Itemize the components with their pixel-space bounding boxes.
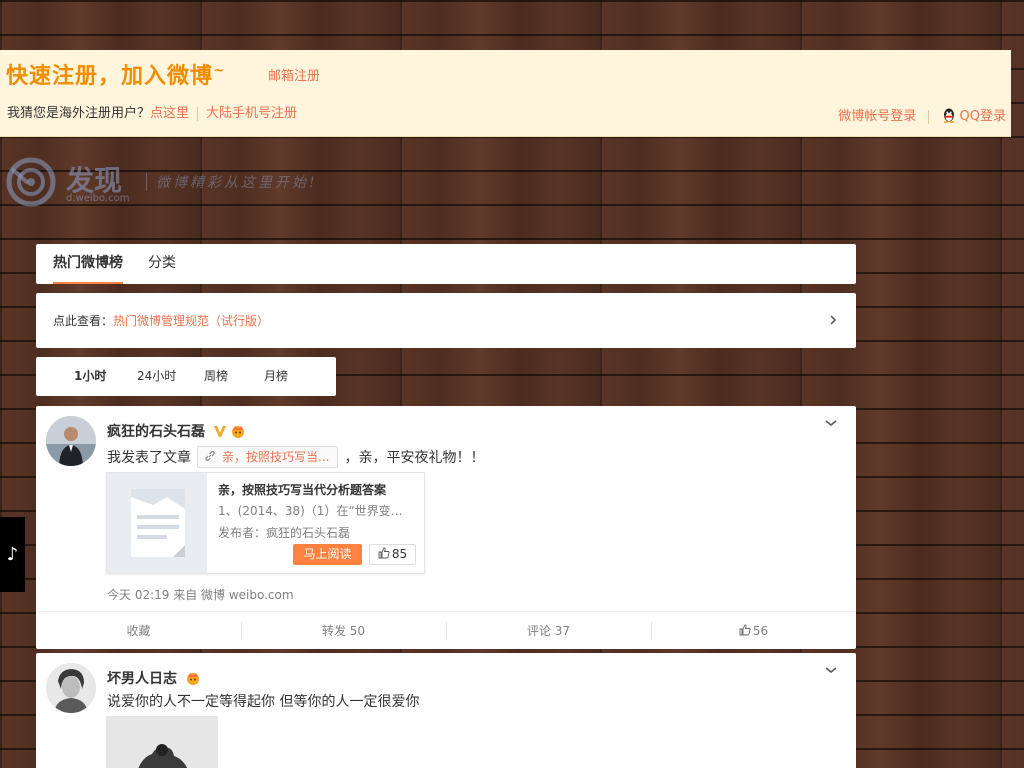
favorite-button[interactable]: 收藏	[36, 612, 241, 650]
register-title: 快速注册，加入微博~	[6, 58, 226, 90]
overseas-prefix: 我猜您是海外注册用户？	[7, 106, 151, 121]
time-range-tabs: 1小时 24小时 周榜 月榜	[36, 357, 336, 396]
member-crown-icon	[186, 673, 199, 685]
qq-penguin-icon	[943, 108, 954, 123]
discover-header: 发现 d.weibo.com 微博精彩从这里开始!	[6, 155, 406, 211]
divider	[146, 173, 147, 191]
weibo-login-link[interactable]: 微博帐号登录	[838, 109, 916, 124]
post-meta: 今天 02:19 来自 微博 weibo.com	[107, 588, 294, 602]
tab-monthly[interactable]: 月榜	[264, 357, 288, 396]
mobile-register-link[interactable]: 大陆手机号注册	[206, 106, 297, 121]
comment-button[interactable]: 评论 37	[446, 612, 651, 650]
chevron-down-icon[interactable]	[824, 418, 838, 428]
overseas-register-link[interactable]: 点这里	[150, 106, 189, 121]
tab-category[interactable]: 分类	[148, 244, 176, 284]
article-thumbnail	[107, 473, 207, 573]
login-links: 微博帐号登录 QQ登录	[838, 105, 1006, 124]
divider	[928, 109, 930, 124]
thumbs-up-icon	[378, 547, 390, 559]
divider	[197, 106, 199, 121]
music-player-button[interactable]: ♪	[0, 517, 25, 592]
avatar-image	[46, 416, 96, 466]
article-author: 发布者：疯狂的石头石磊	[218, 526, 351, 540]
thumbs-up-icon	[739, 624, 751, 636]
register-title-text: 快速注册，加入微博	[6, 63, 214, 89]
verified-v-icon	[213, 426, 226, 437]
chevron-down-icon[interactable]	[824, 665, 838, 675]
article-excerpt: 1、(2014、38)（1）在“世界变平”的	[218, 504, 413, 518]
post-action-bar: 收藏 转发 50 评论 37 56	[36, 611, 856, 650]
qq-login-link[interactable]: QQ登录	[960, 109, 1006, 124]
article-like-count: 85	[391, 547, 408, 561]
link-chip-text: 亲，按照技巧写当...	[222, 450, 330, 464]
user-name[interactable]: 疯狂的石头石磊	[107, 421, 246, 441]
like-count: 56	[752, 624, 769, 638]
feed-card: 坏男人日志 说爱你的人不一定等得起你 但等你的人一定很爱你	[36, 653, 856, 768]
user-name-text: 疯狂的石头石磊	[107, 424, 205, 440]
music-note-icon: ♪	[6, 544, 19, 565]
tab-weekly[interactable]: 周榜	[204, 357, 228, 396]
read-now-button[interactable]: 马上阅读	[293, 544, 362, 565]
notice-link[interactable]: 热门微博管理规范（试行版）	[113, 314, 269, 328]
chevron-right-icon[interactable]	[828, 312, 838, 328]
tab-hot-weibo[interactable]: 热门微博榜	[53, 244, 123, 284]
discover-logo-icon	[6, 157, 56, 207]
repost-button[interactable]: 转发 50	[241, 612, 446, 650]
register-title-tilde: ~	[213, 62, 226, 79]
notice-prefix: 点此查看：	[53, 314, 114, 328]
discover-slogan: 微博精彩从这里开始!	[156, 175, 318, 191]
avatar[interactable]	[46, 416, 96, 466]
post-text-before: 我发表了文章	[107, 450, 191, 466]
post-image[interactable]	[106, 716, 218, 768]
avatar-image	[46, 663, 96, 713]
document-icon	[131, 489, 185, 557]
avatar[interactable]	[46, 663, 96, 713]
article-link-chip[interactable]: 亲，按照技巧写当...	[197, 446, 339, 468]
user-name-text: 坏男人日志	[107, 671, 177, 687]
discover-domain: d.weibo.com	[66, 193, 130, 204]
post-text-after: ，亲，平安夜礼物！！	[344, 450, 485, 466]
post-text: 我发表了文章 亲，按照技巧写当... ，亲，平安夜礼物！！	[107, 446, 484, 468]
like-button[interactable]: 56	[651, 612, 856, 650]
register-bar: 快速注册，加入微博~ 邮箱注册 我猜您是海外注册用户？点这里 大陆手机号注册 微博…	[0, 50, 1011, 137]
user-name[interactable]: 坏男人日志	[107, 668, 201, 688]
notice-bar[interactable]: 点此查看：热门微博管理规范（试行版）	[36, 293, 856, 348]
tab-1-hour[interactable]: 1小时	[74, 357, 106, 396]
article-title[interactable]: 亲，按照技巧写当代分析题答案	[218, 481, 418, 498]
post-photo	[106, 716, 218, 768]
post-text: 说爱你的人不一定等得起你 但等你的人一定很爱你	[107, 694, 420, 710]
overseas-register-line: 我猜您是海外注册用户？点这里 大陆手机号注册	[7, 102, 297, 121]
member-crown-icon	[231, 426, 244, 438]
article-preview-card[interactable]: 亲，按照技巧写当代分析题答案 1、(2014、38)（1）在“世界变平”的 发布…	[106, 472, 425, 574]
email-register-link[interactable]: 邮箱注册	[268, 65, 320, 84]
link-icon	[205, 451, 215, 461]
notice-text: 点此查看：热门微博管理规范（试行版）	[53, 312, 269, 329]
tab-24-hours[interactable]: 24小时	[137, 357, 176, 396]
feed-card: 疯狂的石头石磊 我发表了文章 亲，按照技巧写当... ，亲，平安夜礼物！！ 亲，按照	[36, 406, 856, 649]
main-tabs: 热门微博榜 分类	[36, 244, 856, 284]
article-like-button[interactable]: 85	[369, 544, 416, 565]
